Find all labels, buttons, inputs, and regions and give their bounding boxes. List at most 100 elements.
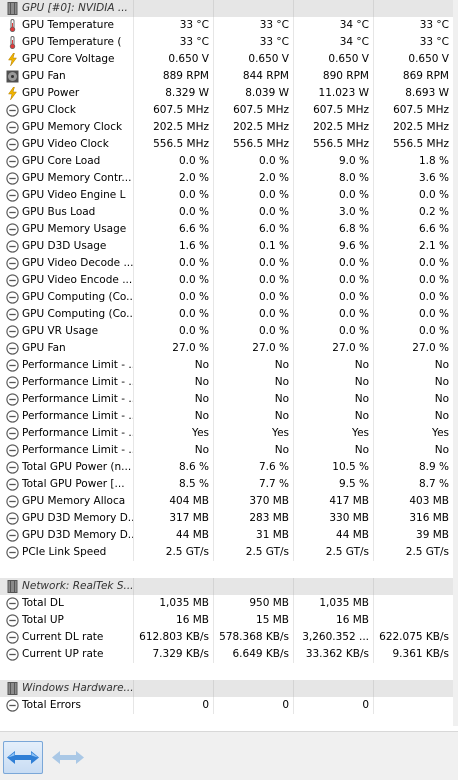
value-average: 2.1 %	[373, 238, 453, 255]
value-current: 1.6 %	[133, 238, 213, 255]
sensor-row[interactable]: GPU Video Encode ... 0.0 % 0.0 % 0.0 % 0.0 %	[0, 272, 458, 289]
sensor-row[interactable]: Performance Limit - ... No No No No	[0, 374, 458, 391]
value-current: 612.803 KB/s	[133, 629, 213, 646]
sensor-row[interactable]: GPU Core Voltage 0.650 V 0.650 V 0.650 V 0.6…	[0, 51, 458, 68]
sensor-row[interactable]: GPU Fan 27.0 % 27.0 % 27.0 % 27.0 %	[0, 340, 458, 357]
sensor-row[interactable]: GPU Power 8.329 W 8.039 W 11.023 W 8.693 W	[0, 85, 458, 102]
sensor-name: GPU Clock	[22, 104, 77, 116]
sensor-row[interactable]: Current DL rate 612.803 KB/s 578.368 KB/s 3…	[0, 629, 458, 646]
value-current: Yes	[133, 425, 213, 442]
sensor-name: GPU Video Encode ...	[22, 274, 133, 286]
bottom-toolbar	[0, 731, 458, 780]
value-minimum: 33 °C	[213, 34, 293, 51]
value-maximum: 27.0 %	[293, 340, 373, 357]
sensor-name: Performance Limit - ...	[22, 359, 133, 371]
value-maximum: 1,035 MB	[293, 595, 373, 612]
sensor-row[interactable]: GPU Memory Contr... 2.0 % 2.0 % 8.0 % 3.6 %	[0, 170, 458, 187]
sensor-name: Performance Limit - ...	[22, 376, 133, 388]
sensor-row[interactable]: Total UP 16 MB 15 MB 16 MB	[0, 612, 458, 629]
section-header[interactable]: Network: RealTek S...	[0, 578, 458, 595]
sensor-row[interactable]: Performance Limit - ... No No No No	[0, 408, 458, 425]
value-average: 607.5 MHz	[373, 102, 453, 119]
sensor-row[interactable]: PCIe Link Speed 2.5 GT/s 2.5 GT/s 2.5 GT/s 2…	[0, 544, 458, 561]
value-average: 6.6 %	[373, 221, 453, 238]
sensor-row[interactable]: Total DL 1,035 MB 950 MB 1,035 MB	[0, 595, 458, 612]
value-maximum: 3,260.352 ...	[293, 629, 373, 646]
sensor-name: Performance Limit - ...	[22, 427, 133, 439]
sensor-row[interactable]: GPU Temperature 33 °C 33 °C 34 °C 33 °C	[0, 17, 458, 34]
sensor-row[interactable]: GPU Core Load 0.0 % 0.0 % 9.0 % 1.8 %	[0, 153, 458, 170]
sensor-row[interactable]: GPU D3D Usage 1.6 % 0.1 % 9.6 % 2.1 %	[0, 238, 458, 255]
sensor-name: Performance Limit - ...	[22, 444, 133, 456]
value-minimum: 8.039 W	[213, 85, 293, 102]
sensor-row[interactable]: GPU VR Usage 0.0 % 0.0 % 0.0 % 0.0 %	[0, 323, 458, 340]
section-header[interactable]: Windows Hardware...	[0, 680, 458, 697]
sensor-row[interactable]: GPU Computing (Co... 0.0 % 0.0 % 0.0 % 0.0 %	[0, 289, 458, 306]
sensor-name: Total UP	[22, 614, 64, 626]
value-current: 0.0 %	[133, 306, 213, 323]
value-current: 2.5 GT/s	[133, 544, 213, 561]
sensor-row[interactable]: GPU Fan 889 RPM 844 RPM 890 RPM 869 RPM	[0, 68, 458, 85]
sensor-name: GPU D3D Memory D...	[22, 512, 133, 524]
sensor-row[interactable]: GPU Clock 607.5 MHz 607.5 MHz 607.5 MHz 607.…	[0, 102, 458, 119]
sensor-row[interactable]: Performance Limit - ... Yes Yes Yes Yes	[0, 425, 458, 442]
value-average: 8.693 W	[373, 85, 453, 102]
value-current: No	[133, 408, 213, 425]
value-maximum: 9.6 %	[293, 238, 373, 255]
value-average: No	[373, 408, 453, 425]
value-average: 403 MB	[373, 493, 453, 510]
scrollbar-track[interactable]	[453, 0, 458, 726]
sensor-row[interactable]: Total GPU Power (n... 8.6 % 7.6 % 10.5 % 8.9…	[0, 459, 458, 476]
value-current: 0.0 %	[133, 187, 213, 204]
value-average: 9.361 KB/s	[373, 646, 453, 663]
value-current: 556.5 MHz	[133, 136, 213, 153]
sensor-row[interactable]: GPU D3D Memory D... 44 MB 31 MB 44 MB 39 MB	[0, 527, 458, 544]
value-minimum: No	[213, 357, 293, 374]
sensor-name: GPU Computing (Co...	[22, 291, 133, 303]
value-maximum: 2.5 GT/s	[293, 544, 373, 561]
sensor-row[interactable]: Performance Limit - ... No No No No	[0, 391, 458, 408]
sensor-row[interactable]: GPU Video Engine L 0.0 % 0.0 % 0.0 % 0.0 %	[0, 187, 458, 204]
sensor-row[interactable]: GPU Memory Usage 6.6 % 6.0 % 6.8 % 6.6 %	[0, 221, 458, 238]
value-current	[133, 680, 213, 697]
value-minimum: 0.0 %	[213, 153, 293, 170]
value-maximum: 44 MB	[293, 527, 373, 544]
sensor-row[interactable]: GPU Video Clock 556.5 MHz 556.5 MHz 556.5 M…	[0, 136, 458, 153]
spacer-row	[0, 561, 458, 578]
value-average: 2.5 GT/s	[373, 544, 453, 561]
value-minimum: 0.0 %	[213, 272, 293, 289]
sensor-row[interactable]: Total Errors 0 0 0	[0, 697, 458, 714]
sensor-row[interactable]: GPU Bus Load 0.0 % 0.0 % 3.0 % 0.2 %	[0, 204, 458, 221]
sensor-row[interactable]: Current UP rate 7.329 KB/s 6.649 KB/s 33.36…	[0, 646, 458, 663]
sensor-row[interactable]: Total GPU Power [... 8.5 % 7.7 % 9.5 % 8.7 %	[0, 476, 458, 493]
value-minimum: 31 MB	[213, 527, 293, 544]
sensor-row[interactable]: Performance Limit - ... No No No No	[0, 442, 458, 459]
value-minimum: Yes	[213, 425, 293, 442]
value-minimum: 2.5 GT/s	[213, 544, 293, 561]
section-title: GPU [#0]: NVIDIA ...	[22, 2, 128, 14]
value-current: 8.6 %	[133, 459, 213, 476]
value-average	[373, 0, 453, 17]
sensor-row[interactable]: Performance Limit - ... No No No No	[0, 357, 458, 374]
value-minimum: 7.7 %	[213, 476, 293, 493]
sensor-row[interactable]: GPU Computing (Co... 0.0 % 0.0 % 0.0 % 0.0 %	[0, 306, 458, 323]
sensor-row[interactable]: GPU D3D Memory D... 317 MB 283 MB 330 MB 316…	[0, 510, 458, 527]
sensor-row[interactable]: GPU Video Decode ... 0.0 % 0.0 % 0.0 % 0.0 %	[0, 255, 458, 272]
layout-toggle-button[interactable]	[3, 741, 43, 774]
value-maximum: 9.0 %	[293, 153, 373, 170]
value-average: 0.0 %	[373, 306, 453, 323]
value-average: No	[373, 357, 453, 374]
value-current: 607.5 MHz	[133, 102, 213, 119]
value-current: 0.0 %	[133, 153, 213, 170]
value-current: 0.0 %	[133, 204, 213, 221]
section-header[interactable]: GPU [#0]: NVIDIA ...	[0, 0, 458, 17]
sensor-row[interactable]: GPU Memory Clock 202.5 MHz 202.5 MHz 202.5 …	[0, 119, 458, 136]
layout-toggle-disabled-button[interactable]	[47, 741, 87, 774]
value-minimum: 33 °C	[213, 17, 293, 34]
value-average: 316 MB	[373, 510, 453, 527]
sensor-row[interactable]: GPU Temperature (33 °C 33 °C 34 °C 33 °C	[0, 34, 458, 51]
value-minimum: 0.0 %	[213, 255, 293, 272]
sensor-row[interactable]: GPU Memory Alloca 404 MB 370 MB 417 MB 403 M…	[0, 493, 458, 510]
value-maximum: 11.023 W	[293, 85, 373, 102]
value-minimum: 0.0 %	[213, 323, 293, 340]
